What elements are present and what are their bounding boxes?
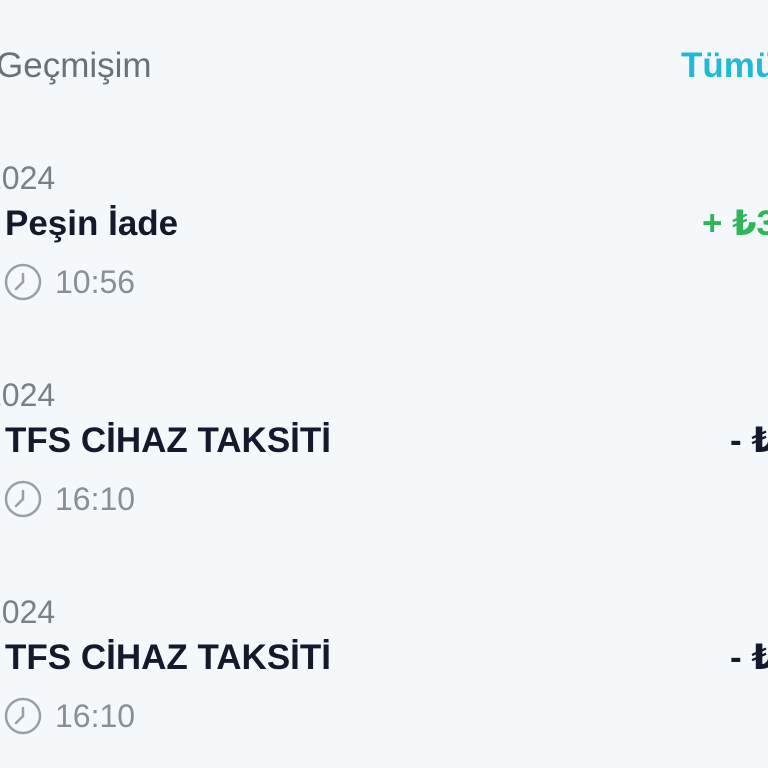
transaction-history-screen: Geçmişim Tümü 2024 Peşin İade + ₺3 10:56… (0, 0, 768, 768)
clock-icon (3, 262, 43, 302)
transaction-amount: - ₺ (730, 421, 768, 460)
transaction-amount: + ₺3 (702, 204, 768, 243)
transaction-time: 16:10 (55, 480, 136, 517)
transaction-item[interactable]: 2024 TFS CİHAZ TAKSİTİ - ₺ 16:10 (0, 377, 768, 527)
history-header: Geçmişim Tümü (0, 42, 768, 92)
transaction-title: TFS CİHAZ TAKSİTİ (5, 638, 331, 677)
transaction-time: 16:10 (55, 697, 136, 734)
see-all-link[interactable]: Tümü (681, 46, 768, 86)
transaction-amount: - ₺ (730, 638, 768, 677)
transaction-time-row: 16:10 (3, 479, 135, 519)
transaction-date: 2024 (0, 160, 56, 196)
transaction-time: 10:56 (55, 263, 136, 300)
transaction-date: 2024 (0, 594, 56, 630)
transaction-time-row: 16:10 (3, 696, 135, 736)
section-title: Geçmişim (0, 46, 152, 85)
clock-icon (3, 696, 43, 736)
transaction-time-row: 10:56 (3, 262, 135, 302)
transaction-date: 2024 (0, 377, 56, 413)
transaction-title: TFS CİHAZ TAKSİTİ (5, 421, 331, 460)
clock-icon (3, 479, 43, 519)
transaction-item[interactable]: 2024 Peşin İade + ₺3 10:56 (0, 160, 768, 310)
transaction-title: Peşin İade (5, 204, 179, 243)
transaction-item[interactable]: 2024 TFS CİHAZ TAKSİTİ - ₺ 16:10 (0, 594, 768, 744)
